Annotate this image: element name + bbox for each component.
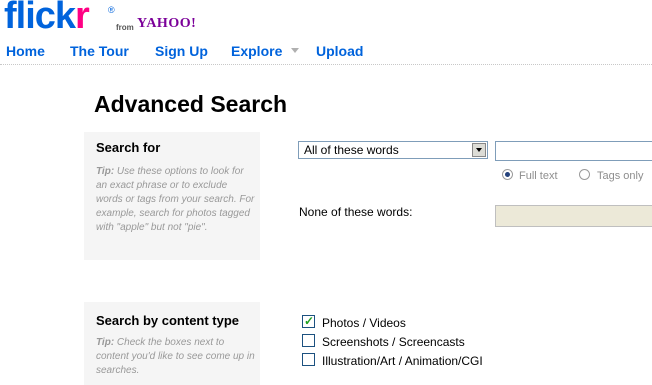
tip-text: Check the boxes next to content you'd li… <box>96 337 255 376</box>
full-text-radio[interactable] <box>502 169 513 180</box>
match-mode-select[interactable]: All of these words <box>298 141 488 159</box>
nav-home[interactable]: Home <box>6 42 45 60</box>
screenshots-label: Screenshots / Screencasts <box>322 335 465 349</box>
nav-the-tour[interactable]: The Tour <box>70 42 129 60</box>
screenshots-checkbox[interactable] <box>302 334 315 347</box>
yahoo-logo: YAHOO! <box>137 16 197 31</box>
none-of-these-input[interactable] <box>495 205 652 227</box>
none-of-these-label: None of these words: <box>299 205 413 219</box>
tip-label: Tip: <box>96 337 115 348</box>
content-type-title: Search by content type <box>96 313 240 328</box>
header-divider <box>0 64 652 65</box>
photos-videos-checkbox[interactable] <box>302 313 315 329</box>
search-for-tip-panel: Search for Tip: Use these options to loo… <box>84 132 260 260</box>
nav-upload[interactable]: Upload <box>316 42 363 60</box>
logo-wordmark: flickr <box>4 0 90 37</box>
page-title: Advanced Search <box>94 91 288 117</box>
logo-from-text: from <box>116 23 134 32</box>
tags-only-label: Tags only <box>597 170 644 182</box>
match-mode-value: All of these words <box>304 143 399 157</box>
content-type-tip-panel: Search by content type Tip: Check the bo… <box>84 302 260 385</box>
explore-dropdown-icon[interactable] <box>291 48 299 53</box>
tip-text: Use these options to look for an exact p… <box>96 166 255 233</box>
content-type-tip: Tip: Check the boxes next to content you… <box>96 336 256 378</box>
chevron-down-icon[interactable] <box>472 143 486 157</box>
nav-explore[interactable]: Explore <box>231 42 282 60</box>
full-text-label: Full text <box>519 170 558 182</box>
illustration-checkbox[interactable] <box>302 353 315 366</box>
illustration-label: Illustration/Art / Animation/CGI <box>322 354 483 368</box>
tip-label: Tip: <box>96 166 115 177</box>
registered-mark-icon: ® <box>108 5 115 15</box>
search-query-input[interactable] <box>495 141 652 161</box>
photos-videos-label: Photos / Videos <box>322 316 406 330</box>
nav-sign-up[interactable]: Sign Up <box>155 42 208 60</box>
search-for-tip: Tip: Use these options to look for an ex… <box>96 165 256 235</box>
tags-only-radio[interactable] <box>579 169 590 180</box>
search-for-title: Search for <box>96 140 161 155</box>
